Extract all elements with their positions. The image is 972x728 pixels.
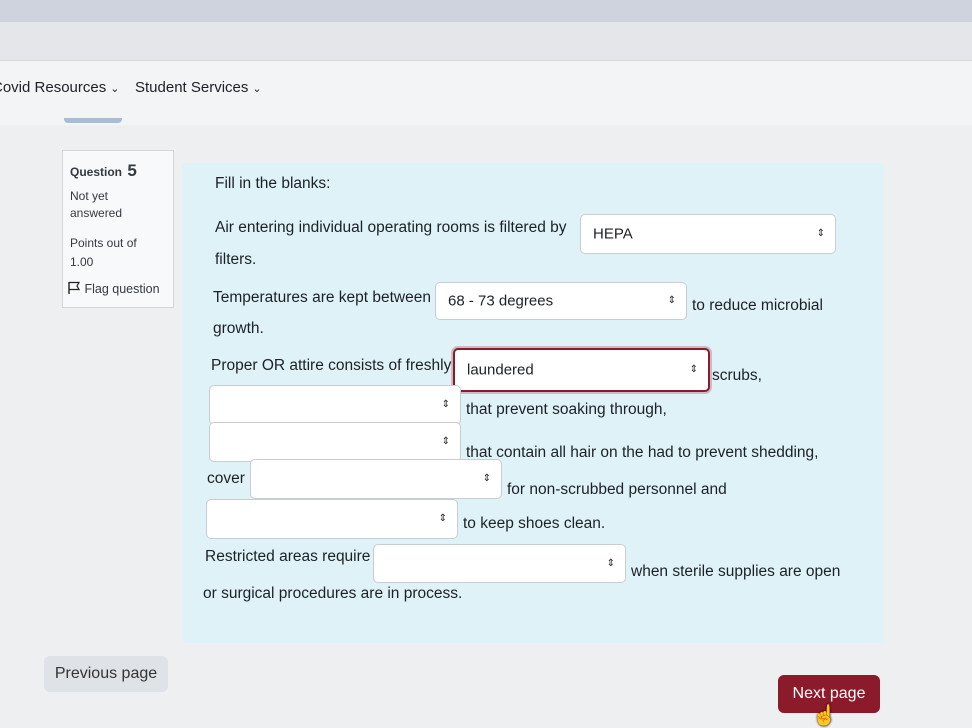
sentence7-after: to keep shoes clean. (463, 515, 606, 532)
dropdown-temperature-value: 68 - 73 degrees (448, 292, 554, 310)
select-arrows-icon: ⇕ (667, 295, 676, 306)
select-arrows-icon: ⇕ (441, 399, 450, 410)
dropdown-shoe-cover[interactable]: ⇕ (206, 499, 458, 539)
nav-covid-label: Covid Resources (0, 79, 107, 96)
dropdown-filter-type-value: HEPA (593, 225, 633, 243)
sentence8-before: Restricted areas require (205, 548, 371, 565)
flag-question-link[interactable]: Flag question (67, 281, 160, 296)
page-header-strip (0, 22, 972, 60)
question-number: Question 5 (70, 161, 137, 181)
sentence2-after: to reduce microbial (692, 297, 823, 314)
sentence1-before: Air entering individual operating rooms … (215, 219, 567, 236)
secondary-navbar: Covid Resources ⌄ Student Services ⌄ (0, 60, 972, 126)
sentence1-after: filters. (215, 251, 257, 268)
sentence3-after: scrubs, (712, 367, 762, 384)
question-state: Not yet answered (70, 189, 123, 220)
sentence4-after: that prevent soaking through, (466, 401, 667, 418)
sentence6-before: cover (207, 470, 245, 487)
question-info-panel: Question 5 Not yet answered Points out o… (62, 150, 174, 308)
select-arrows-icon: ⇕ (606, 557, 615, 569)
select-arrows-icon: ⇕ (816, 228, 825, 239)
sentence8-cont: or surgical procedures are in process. (203, 585, 463, 602)
select-arrows-icon: ⇕ (689, 364, 698, 375)
sentence2-before: Temperatures are kept between (213, 289, 431, 306)
browser-top-strip (0, 0, 972, 22)
sentence8-after: when sterile supplies are open (631, 563, 841, 580)
dropdown-head-cover[interactable]: ⇕ (209, 422, 461, 462)
dropdown-attire-value: laundered (467, 361, 534, 379)
dropdown-personnel-cover[interactable]: ⇕ (250, 459, 502, 499)
dropdown-attire[interactable]: laundered ⇕ (453, 348, 710, 392)
nav-covid-resources[interactable]: Covid Resources ⌄ (0, 79, 119, 96)
hand-pointer-icon: ☝ (812, 705, 837, 727)
previous-page-button[interactable]: Previous page (44, 656, 168, 692)
select-arrows-icon: ⇕ (438, 513, 447, 524)
nav-student-services[interactable]: Student Services ⌄ (135, 79, 262, 96)
sentence2-cont: growth. (213, 320, 264, 337)
chevron-down-icon: ⌄ (110, 83, 120, 95)
question-label: Question (70, 165, 123, 179)
dropdown-restricted[interactable]: ⇕ (373, 544, 626, 583)
question-intro: Fill in the blanks: (215, 175, 331, 192)
flag-question-label: Flag question (84, 282, 160, 296)
flag-icon (68, 281, 81, 294)
question-grade: Points out of 1.00 (70, 236, 137, 269)
question-number-value: 5 (127, 161, 137, 180)
sentence5-after: that contain all hair on the had to prev… (466, 444, 819, 461)
select-arrows-icon: ⇕ (482, 473, 491, 484)
dropdown-filter-type[interactable]: HEPA ⇕ (580, 214, 836, 254)
select-arrows-icon: ⇕ (441, 436, 450, 447)
dropdown-temperature[interactable]: 68 - 73 degrees ⇕ (435, 282, 687, 320)
sentence6-after: for non-scrubbed personnel and (507, 481, 727, 498)
nav-student-label: Student Services (135, 79, 249, 96)
chevron-down-icon: ⌄ (252, 83, 262, 95)
dropdown-barrier[interactable]: ⇕ (209, 385, 461, 425)
nav-active-indicator (64, 118, 122, 123)
sentence3-before: Proper OR attire consists of freshly (211, 357, 452, 374)
